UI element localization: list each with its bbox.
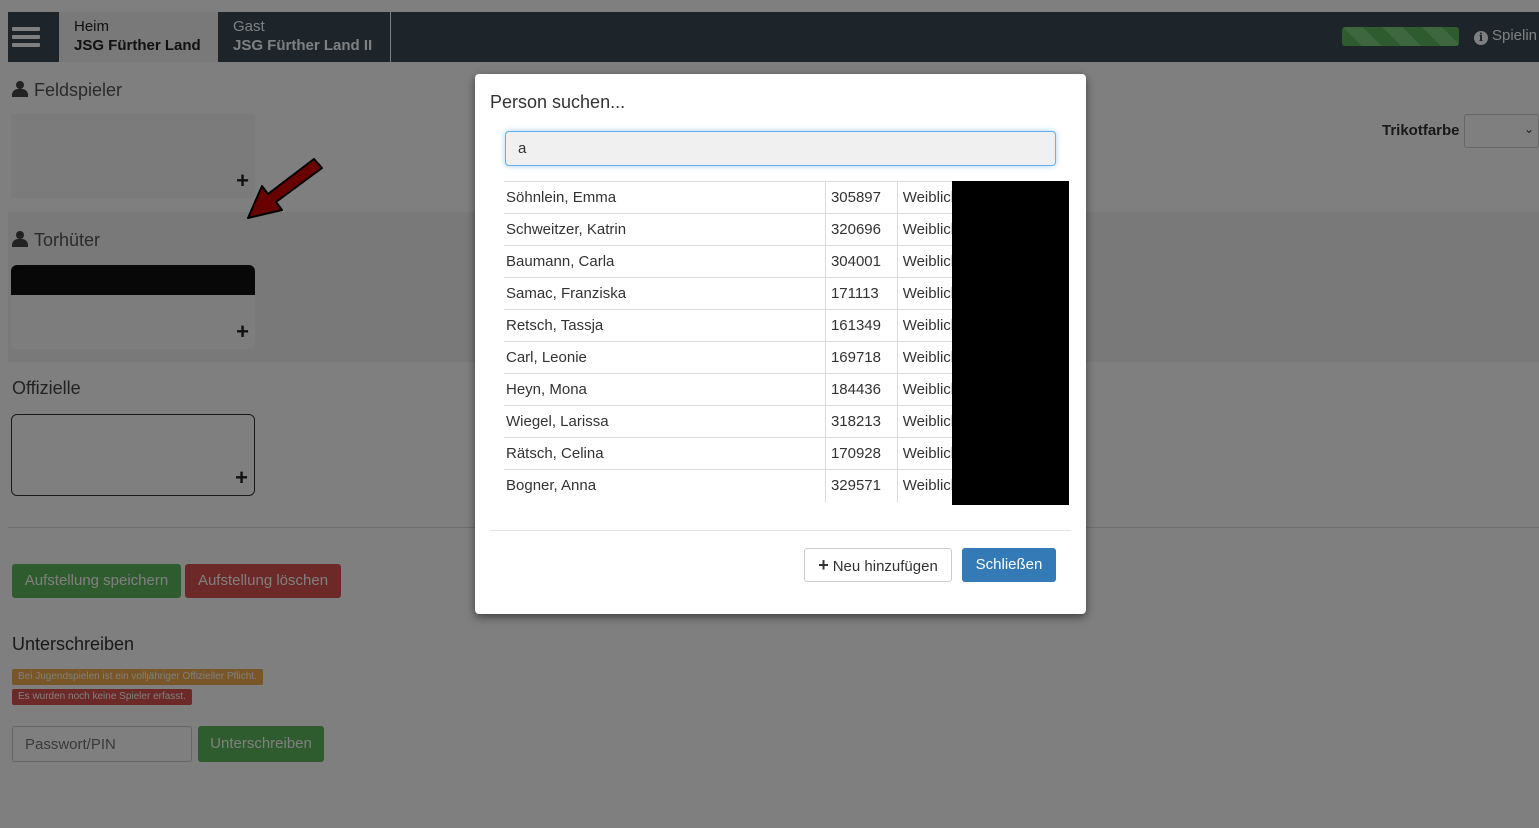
table-row[interactable]: Baumann, Carla 304001 Weiblich bbox=[504, 245, 969, 278]
search-results-table: Söhnlein, Emma 305897 Weiblich Schweitzer, … bbox=[504, 181, 969, 502]
table-row[interactable]: Söhnlein, Emma 305897 Weiblich bbox=[504, 181, 969, 214]
person-name: Heyn, Mona bbox=[504, 373, 826, 406]
person-search-input[interactable] bbox=[505, 131, 1056, 166]
person-name: Wiegel, Larissa bbox=[504, 405, 826, 438]
table-row[interactable]: Samac, Franziska 171113 Weiblich bbox=[504, 277, 969, 310]
person-id: 170928 bbox=[825, 437, 898, 470]
person-id: 184436 bbox=[825, 373, 898, 406]
person-name: Bogner, Anna bbox=[504, 469, 826, 502]
person-name: Söhnlein, Emma bbox=[504, 181, 826, 214]
person-id: 318213 bbox=[825, 405, 898, 438]
table-row[interactable]: Bogner, Anna 329571 Weiblich bbox=[504, 469, 969, 502]
person-id: 171113 bbox=[825, 277, 898, 310]
person-name: Samac, Franziska bbox=[504, 277, 826, 310]
plus-icon: + bbox=[818, 555, 829, 575]
person-id: 329571 bbox=[825, 469, 898, 502]
person-id: 161349 bbox=[825, 309, 898, 342]
person-name: Carl, Leonie bbox=[504, 341, 826, 374]
modal-title: Person suchen... bbox=[490, 92, 626, 112]
table-row[interactable]: Wiegel, Larissa 318213 Weiblich bbox=[504, 405, 969, 438]
table-row[interactable]: Carl, Leonie 169718 Weiblich bbox=[504, 341, 969, 374]
table-row[interactable]: Retsch, Tassja 161349 Weiblich bbox=[504, 309, 969, 342]
person-id: 169718 bbox=[825, 341, 898, 374]
person-name: Rätsch, Celina bbox=[504, 437, 826, 470]
table-row[interactable]: Rätsch, Celina 170928 Weiblich bbox=[504, 437, 969, 470]
table-row[interactable]: Heyn, Mona 184436 Weiblich bbox=[504, 373, 969, 406]
person-id: 320696 bbox=[825, 213, 898, 246]
person-name: Retsch, Tassja bbox=[504, 309, 826, 342]
add-new-label: Neu hinzufügen bbox=[832, 558, 938, 575]
person-id: 304001 bbox=[825, 245, 898, 278]
person-id: 305897 bbox=[825, 181, 898, 214]
person-name: Baumann, Carla bbox=[504, 245, 826, 278]
table-row[interactable]: Schweitzer, Katrin 320696 Weiblich bbox=[504, 213, 969, 246]
redacted-region bbox=[952, 181, 1069, 505]
person-name: Schweitzer, Katrin bbox=[504, 213, 826, 246]
person-search-modal: Person suchen... Söhnlein, Emma305897Wei… bbox=[475, 74, 1086, 614]
close-modal-button[interactable]: Schließen bbox=[962, 548, 1056, 582]
modal-footer-divider bbox=[490, 530, 1071, 531]
add-new-person-button[interactable]: + Neu hinzufügen bbox=[804, 548, 952, 582]
